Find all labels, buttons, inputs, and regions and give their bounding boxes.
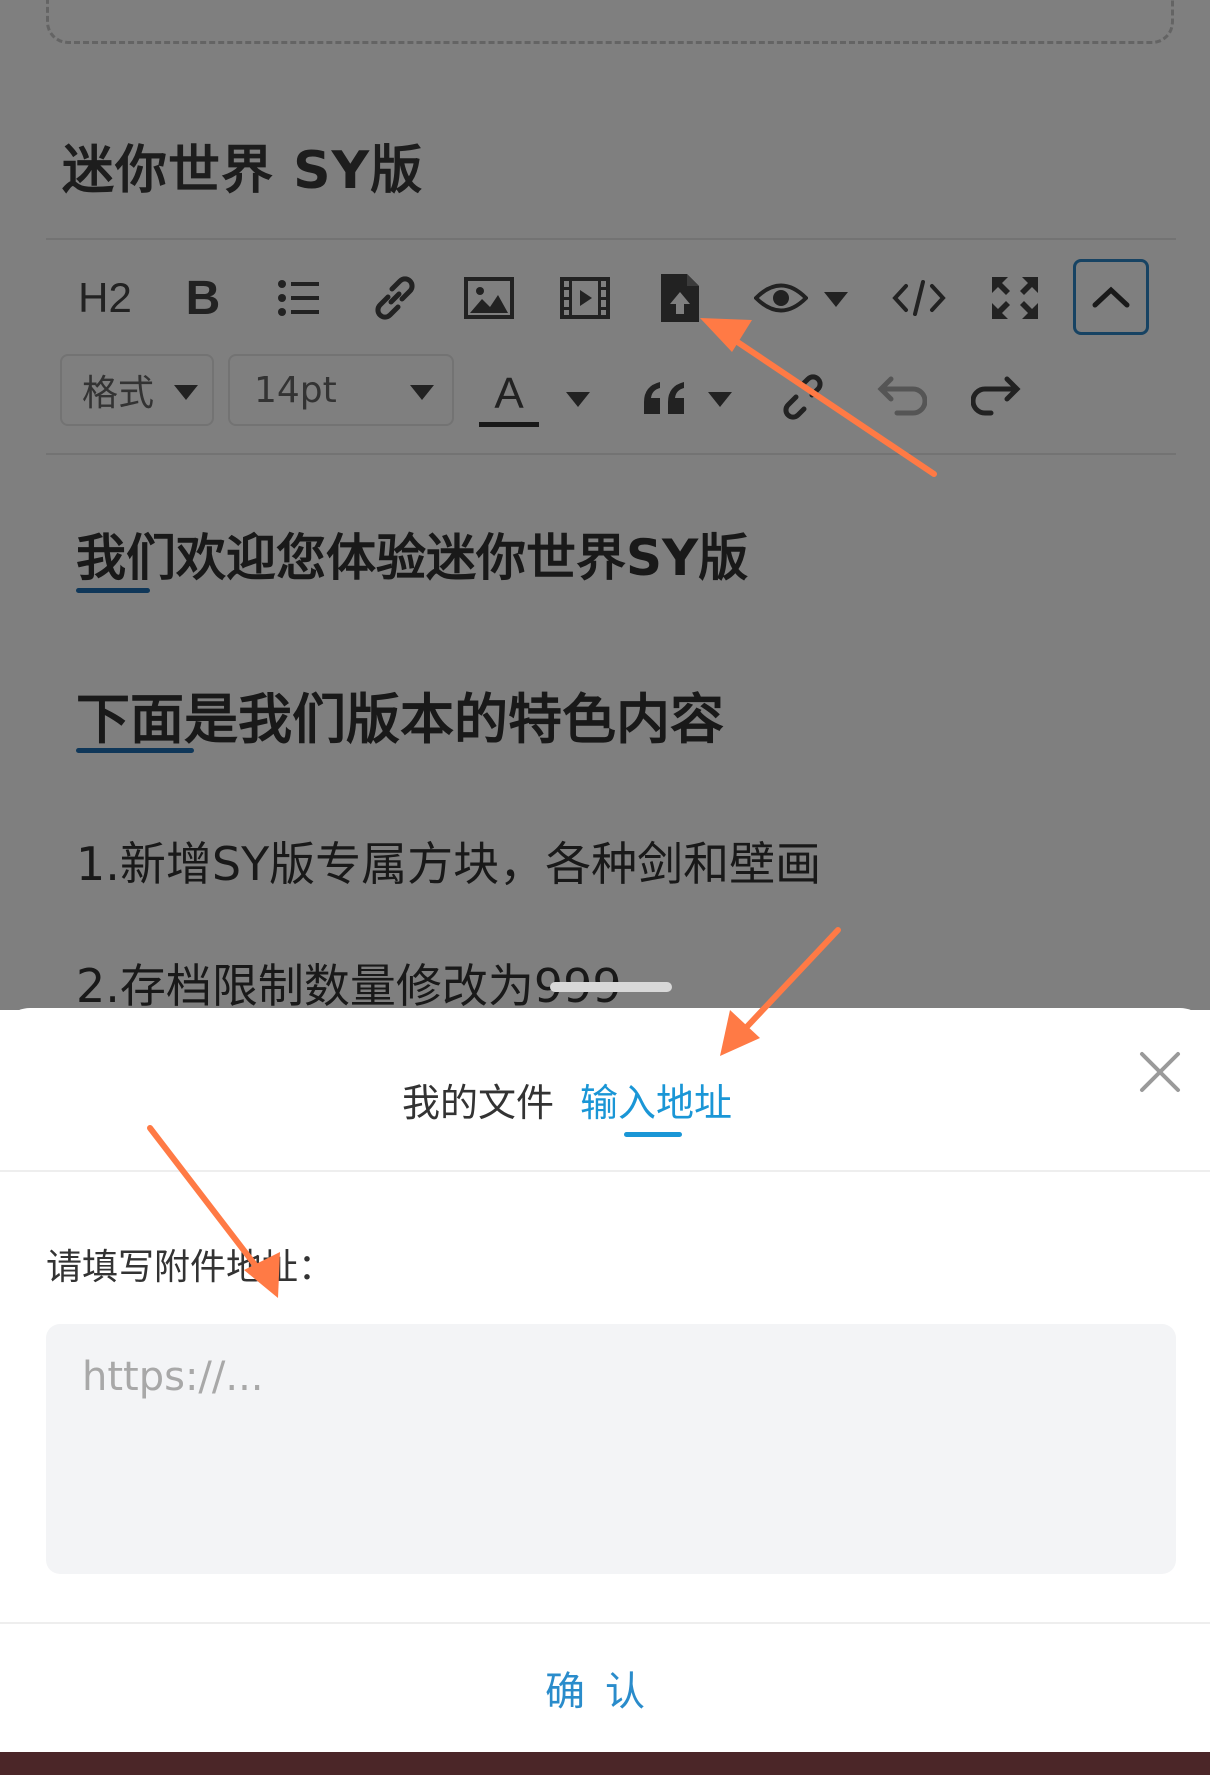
active-tab-indicator (624, 1132, 682, 1137)
tab-enter-url[interactable]: 输入地址 (580, 1072, 732, 1127)
sheet-drag-handle[interactable] (550, 982, 672, 992)
bottom-bar (0, 1752, 1210, 1775)
url-field-label: 请填写附件地址： (46, 1247, 335, 1288)
confirm-button[interactable]: 确认 (0, 1624, 1210, 1752)
divider (0, 1170, 1210, 1172)
tab-my-files[interactable]: 我的文件 (402, 1072, 554, 1127)
modal-overlay[interactable] (0, 0, 1210, 1010)
attachment-url-input[interactable] (46, 1324, 1176, 1574)
close-icon[interactable] (1138, 1050, 1182, 1094)
